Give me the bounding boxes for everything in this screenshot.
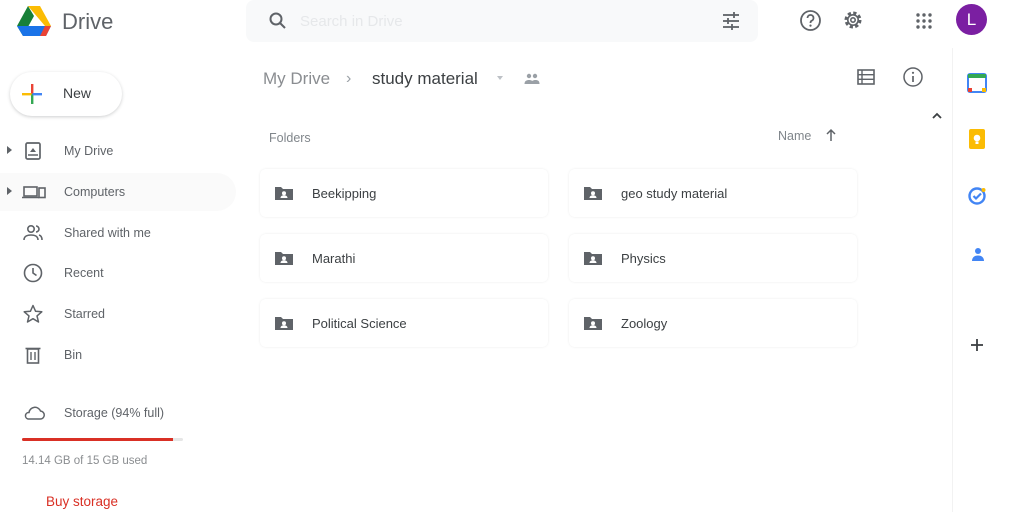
help-icon[interactable]	[799, 9, 822, 32]
sidebar-item-label: Recent	[64, 266, 104, 280]
buy-storage-link[interactable]: Buy storage	[46, 494, 118, 509]
shared-folder-icon	[274, 250, 294, 266]
folder-name: Political Science	[312, 316, 407, 331]
sidebar-item-label: Bin	[64, 348, 83, 362]
tasks-icon[interactable]	[966, 185, 988, 207]
keep-icon[interactable]	[966, 128, 988, 150]
storage-progress-bar	[22, 438, 183, 441]
bin-icon	[22, 344, 44, 366]
sidebar-item-label: Computers	[64, 185, 126, 199]
cloud-icon	[22, 402, 45, 424]
folder-card[interactable]: Zoology	[569, 299, 857, 347]
chevron-down-icon[interactable]	[497, 76, 503, 80]
computers-icon	[22, 181, 46, 203]
folder-card[interactable]: geo study material	[569, 169, 857, 217]
add-addon-icon[interactable]	[966, 334, 988, 356]
info-icon[interactable]	[902, 66, 924, 88]
folder-name: Beekipping	[312, 186, 377, 201]
star-icon	[22, 303, 44, 325]
sort-by-name[interactable]: Name	[778, 129, 811, 143]
chevron-up-icon[interactable]	[930, 108, 944, 119]
contacts-icon[interactable]	[968, 244, 988, 266]
calendar-icon[interactable]	[966, 72, 988, 94]
shared-folder-icon	[274, 185, 294, 201]
new-label: New	[63, 85, 92, 101]
sidebar-item-label: Starred	[64, 307, 105, 321]
search-input[interactable]	[300, 11, 700, 31]
shared-people-icon[interactable]	[524, 72, 540, 86]
expand-arrow-icon[interactable]	[7, 187, 12, 195]
side-panel-divider	[952, 48, 953, 512]
folder-card[interactable]: Marathi	[260, 234, 548, 282]
arrow-up-icon[interactable]	[824, 127, 838, 143]
folder-name: geo study material	[621, 186, 728, 201]
folder-card[interactable]: Political Science	[260, 299, 548, 347]
tune-icon[interactable]	[720, 10, 742, 32]
sidebar-item-recent[interactable]: Recent	[0, 254, 236, 292]
storage-progress-fill	[22, 438, 174, 441]
storage-used-text: 14.14 GB of 15 GB used	[22, 455, 148, 467]
drive-logo-icon[interactable]	[16, 5, 52, 39]
breadcrumb-current-folder[interactable]: study material	[372, 69, 478, 89]
gear-icon[interactable]	[841, 8, 865, 32]
shared-icon	[22, 222, 44, 244]
sidebar-item-storage[interactable]: Storage (94% full)	[0, 394, 236, 432]
apps-icon[interactable]	[914, 11, 934, 31]
folder-card[interactable]: Physics	[569, 234, 857, 282]
sidebar-item-starred[interactable]: Starred	[0, 295, 236, 333]
app-name: Drive	[62, 9, 114, 34]
shared-folder-icon	[583, 185, 603, 201]
folder-name: Zoology	[621, 316, 668, 331]
breadcrumb-my-drive[interactable]: My Drive	[263, 69, 330, 89]
search-icon[interactable]	[268, 11, 288, 31]
shared-folder-icon	[583, 250, 603, 266]
folder-name: Marathi	[312, 251, 356, 266]
my-drive-icon	[22, 140, 44, 162]
section-heading: Folders	[269, 131, 311, 145]
shared-folder-icon	[583, 315, 603, 331]
new-button[interactable]: New	[10, 72, 122, 116]
sidebar-item-bin[interactable]: Bin	[0, 336, 236, 374]
sidebar-item-shared-with-me[interactable]: Shared with me	[0, 214, 236, 252]
folder-name: Physics	[621, 251, 666, 266]
avatar[interactable]: L	[956, 4, 987, 35]
sidebar-item-my-drive[interactable]: My Drive	[0, 132, 236, 170]
sidebar-item-computers[interactable]: Computers	[0, 173, 236, 211]
folder-card[interactable]: Beekipping	[260, 169, 548, 217]
plus-icon	[20, 82, 44, 106]
breadcrumb-separator: ›	[346, 70, 352, 87]
expand-arrow-icon[interactable]	[7, 146, 12, 154]
list-view-icon[interactable]	[856, 68, 876, 86]
shared-folder-icon	[274, 315, 294, 331]
sidebar-item-label: Storage (94% full)	[64, 406, 165, 420]
clock-icon	[22, 262, 44, 284]
sidebar-item-label: Shared with me	[64, 226, 151, 240]
sidebar-item-label: My Drive	[64, 144, 114, 158]
